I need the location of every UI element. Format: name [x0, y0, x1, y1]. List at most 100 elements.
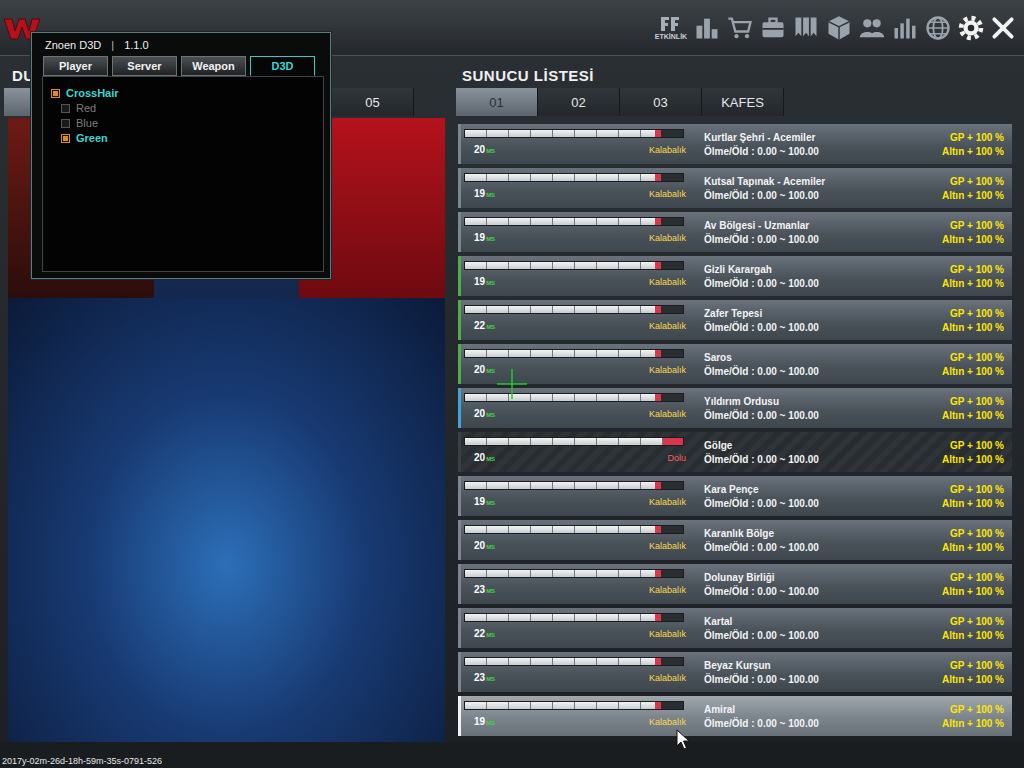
- server-meta: 19MSKalabalık: [464, 277, 688, 287]
- event-button[interactable]: ETKİNLİK: [654, 15, 688, 40]
- load-mark: [663, 438, 683, 445]
- kill-death-ratio: Ölme/Öld : 0.00 ~ 100.00: [704, 630, 942, 641]
- server-row[interactable]: 23MSKalabalıkDolunay BirliğiÖlme/Öld : 0…: [458, 564, 1012, 604]
- load-mark: [655, 570, 661, 577]
- server-tab[interactable]: KAFES: [702, 88, 784, 116]
- kill-death-ratio: Ölme/Öld : 0.00 ~ 100.00: [704, 498, 942, 509]
- cheat-menu-tab[interactable]: D3D: [250, 56, 315, 76]
- server-name: Gizli Karargah: [704, 264, 942, 275]
- gold-bonus: Altın + 100 %: [942, 410, 1004, 421]
- server-status: Kalabalık: [649, 322, 686, 331]
- server-name: Beyaz Kurşun: [704, 660, 942, 671]
- server-row[interactable]: 20MSKalabalıkYıldırım OrdusuÖlme/Öld : 0…: [458, 388, 1012, 428]
- cheat-menu-window[interactable]: Znoen D3D|1.1.0PlayerServerWeaponD3DCros…: [31, 32, 331, 279]
- shop-cart-icon[interactable]: [726, 14, 754, 42]
- server-row[interactable]: 19MSKalabalıkKara PençeÖlme/Öld : 0.00 ~…: [458, 476, 1012, 516]
- load-fill: [465, 526, 661, 533]
- load-fill: [465, 350, 661, 357]
- clan-banners-icon[interactable]: [792, 14, 820, 42]
- gp-bonus: GP + 100 %: [950, 352, 1004, 363]
- ping-unit: MS: [486, 148, 495, 154]
- server-row[interactable]: 20MSKalabalıkKurtlar Şehri - AcemilerÖlm…: [458, 124, 1012, 164]
- server-row[interactable]: 19MSKalabalıkKutsal Tapınak - AcemilerÖl…: [458, 168, 1012, 208]
- server-load: 23MSKalabalık: [464, 564, 688, 604]
- gold-bonus: Altın + 100 %: [942, 366, 1004, 377]
- kill-death-ratio: Ölme/Öld : 0.00 ~ 100.00: [704, 718, 942, 729]
- load-bar: [464, 173, 684, 182]
- gp-bonus: GP + 100 %: [950, 572, 1004, 583]
- box-icon[interactable]: [825, 14, 853, 42]
- server-row[interactable]: 23MSKalabalık Beyaz Kurşun Ölme/Öld : 0.00…: [458, 652, 1012, 692]
- globe-icon[interactable]: [924, 14, 952, 42]
- server-row[interactable]: 22MSKalabalıkZafer TepesiÖlme/Öld : 0.00…: [458, 300, 1012, 340]
- server-row[interactable]: 19MSKalabalıkAmiralÖlme/Öld : 0.00 ~ 100…: [458, 696, 1012, 736]
- server-row[interactable]: 19MSKalabalıkGizli KarargahÖlme/Öld : 0.…: [458, 256, 1012, 296]
- gold-bonus: Altın + 100 %: [942, 718, 1004, 729]
- server-tab[interactable]: 03: [620, 88, 702, 116]
- ranking-icon[interactable]: [693, 14, 721, 42]
- cheat-menu-tab[interactable]: Player: [43, 56, 108, 76]
- load-fill: [465, 438, 683, 445]
- server-load: 23MSKalabalık: [464, 652, 688, 692]
- server-list-title: SUNUCU LİSTESİ: [456, 56, 1016, 84]
- server-tab[interactable]: 01: [456, 88, 538, 116]
- load-mark: [655, 350, 661, 357]
- inventory-briefcase-icon[interactable]: [759, 14, 787, 42]
- server-status: Kalabalık: [649, 542, 686, 551]
- crosshair-option[interactable]: CrossHair: [51, 87, 315, 99]
- load-mark: [655, 658, 661, 665]
- server-status: Kalabalık: [649, 630, 686, 639]
- option-checkbox[interactable]: [51, 89, 60, 98]
- gold-bonus: Altın + 100 %: [942, 674, 1004, 685]
- load-bar: [464, 525, 684, 534]
- server-row[interactable]: 20MSDoluGölgeÖlme/Öld : 0.00 ~ 100.00GP …: [458, 432, 1012, 472]
- kill-death-ratio: Ölme/Öld : 0.00 ~ 100.00: [704, 322, 942, 333]
- load-fill: [465, 614, 661, 621]
- crosshair-icon: [496, 368, 528, 400]
- statistics-icon[interactable]: [891, 14, 919, 42]
- server-bonus: GP + 100 %Altın + 100 %: [942, 388, 1004, 428]
- close-icon[interactable]: [990, 15, 1016, 41]
- gp-bonus: GP + 100 %: [950, 308, 1004, 319]
- server-row[interactable]: 20MSKalabalıkKaranlık BölgeÖlme/Öld : 0.…: [458, 520, 1012, 560]
- kill-death-ratio: Ölme/Öld : 0.00 ~ 100.00: [704, 366, 942, 377]
- announcement-tab[interactable]: 05: [332, 88, 414, 116]
- server-name: Av Bölgesi - Uzmanlar: [704, 220, 942, 231]
- server-row[interactable]: 20MSKalabalık Saros Ölme/Öld : 0.00 ~ 100.…: [458, 344, 1012, 384]
- server-name: Saros: [704, 352, 942, 363]
- server-status: Kalabalık: [649, 146, 686, 155]
- settings-gear-icon[interactable]: [957, 14, 985, 42]
- bottom-bar: 2017y-02m-26d-18h-59m-35s-0791-526: [0, 742, 1024, 768]
- server-info: Beyaz Kurşun Ölme/Öld : 0.00 ~ 100.00: [688, 652, 942, 692]
- ping: 23MS: [474, 585, 495, 595]
- server-meta: 22MSKalabalık: [464, 321, 688, 331]
- crosshair-color-option[interactable]: Green: [51, 132, 315, 144]
- load-fill: [465, 570, 661, 577]
- load-bar: [464, 701, 684, 710]
- server-load: 20MSKalabalık: [464, 344, 688, 384]
- server-row[interactable]: 19MSKalabalıkAv Bölgesi - UzmanlarÖlme/Ö…: [458, 212, 1012, 252]
- option-checkbox[interactable]: [61, 119, 70, 128]
- server-info: Zafer TepesiÖlme/Öld : 0.00 ~ 100.00: [688, 300, 942, 340]
- kill-death-ratio: Ölme/Öld : 0.00 ~ 100.00: [704, 674, 942, 685]
- crosshair-color-option[interactable]: Blue: [51, 117, 315, 129]
- friends-icon[interactable]: [858, 14, 886, 42]
- crosshair-color-option[interactable]: Red: [51, 102, 315, 114]
- load-mark: [655, 306, 661, 313]
- server-tab[interactable]: 02: [538, 88, 620, 116]
- load-fill: [465, 130, 661, 137]
- server-row[interactable]: 22MSKalabalıkKartalÖlme/Öld : 0.00 ~ 100…: [458, 608, 1012, 648]
- cheat-menu-tab[interactable]: Server: [112, 56, 177, 76]
- server-meta: 20MSKalabalık: [464, 409, 688, 419]
- server-bonus: GP + 100 %Altın + 100 %: [942, 256, 1004, 296]
- kill-death-ratio: Ölme/Öld : 0.00 ~ 100.00: [704, 234, 942, 245]
- ping: 23MS: [474, 673, 495, 683]
- option-checkbox[interactable]: [61, 134, 70, 143]
- cheat-menu-tab[interactable]: Weapon: [181, 56, 246, 76]
- cheat-menu-tabs: PlayerServerWeaponD3D: [42, 56, 324, 76]
- game-screen: ETKİNLİKDU05SUNUCU LİSTESİ010203KAFES20M…: [0, 0, 1024, 768]
- server-meta: 19MSKalabalık: [464, 497, 688, 507]
- timestamp: 2017y-02m-26d-18h-59m-35s-0791-526: [2, 756, 162, 766]
- option-checkbox[interactable]: [61, 104, 70, 113]
- ping: 20MS: [474, 365, 495, 375]
